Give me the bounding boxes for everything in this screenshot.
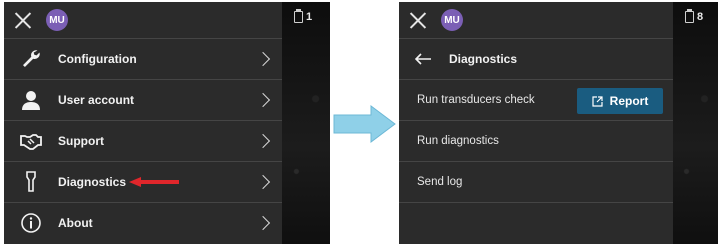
empty-row [399,202,673,243]
transition-arrow-icon [333,105,396,143]
info-icon [18,212,44,234]
chevron-right-icon [255,92,271,108]
menu-item-label: User account [58,93,135,107]
close-icon[interactable] [409,11,427,29]
avatar[interactable]: MU [46,9,68,31]
row-run-transducers-check[interactable]: Run transducers check Report [399,79,673,120]
main-menu-panel: 1 MU Configuration User account Support … [4,2,330,244]
probe-count: 1 [306,11,313,23]
probe-status-badge[interactable]: 8 [685,9,713,25]
clipboard-icon [685,9,694,23]
menu-item-about[interactable]: About [4,202,282,243]
diagnostics-header: Diagnostics [399,38,673,79]
close-icon[interactable] [14,11,32,29]
page-title: Diagnostics [449,52,518,66]
external-link-icon [592,95,603,107]
user-icon [18,89,44,111]
avatar[interactable]: MU [441,9,463,31]
row-send-log[interactable]: Send log [399,161,673,202]
clipboard-icon [294,9,303,23]
background-image-strip: 1 [282,2,330,244]
menu-item-user-account[interactable]: User account [4,79,282,120]
menu-item-support[interactable]: Support [4,120,282,161]
background-image-strip: 8 [673,2,718,244]
report-button-label: Report [609,94,649,108]
row-label: Send log [417,176,463,188]
menu-top-bar: MU [399,2,673,38]
report-button[interactable]: Report [577,88,663,114]
probe-icon [18,171,44,193]
chevron-right-icon [255,174,271,190]
back-arrow-icon[interactable] [415,53,431,65]
chevron-right-icon [255,215,271,231]
menu-item-label: Support [58,134,104,148]
highlight-arrow-icon [129,177,179,187]
diagnostics-panel: 8 MU Diagnostics Run transducers check R… [399,2,718,244]
menu-item-label: Configuration [58,52,137,66]
menu-item-label: Diagnostics [58,175,127,189]
diagnostics-menu: MU Diagnostics Run transducers check Rep… [399,2,673,244]
handshake-icon [18,130,44,152]
chevron-right-icon [255,51,271,67]
probe-status-badge[interactable]: 1 [294,9,322,25]
wrench-icon [18,48,44,70]
row-run-diagnostics[interactable]: Run diagnostics [399,120,673,161]
menu-item-label: About [58,216,93,230]
menu-item-diagnostics[interactable]: Diagnostics [4,161,282,202]
row-label: Run diagnostics [417,135,499,147]
main-menu: MU Configuration User account Support Di… [4,2,282,244]
row-label: Run transducers check [417,94,535,106]
menu-item-configuration[interactable]: Configuration [4,38,282,79]
menu-top-bar: MU [4,2,282,38]
probe-count: 8 [697,11,704,23]
chevron-right-icon [255,133,271,149]
